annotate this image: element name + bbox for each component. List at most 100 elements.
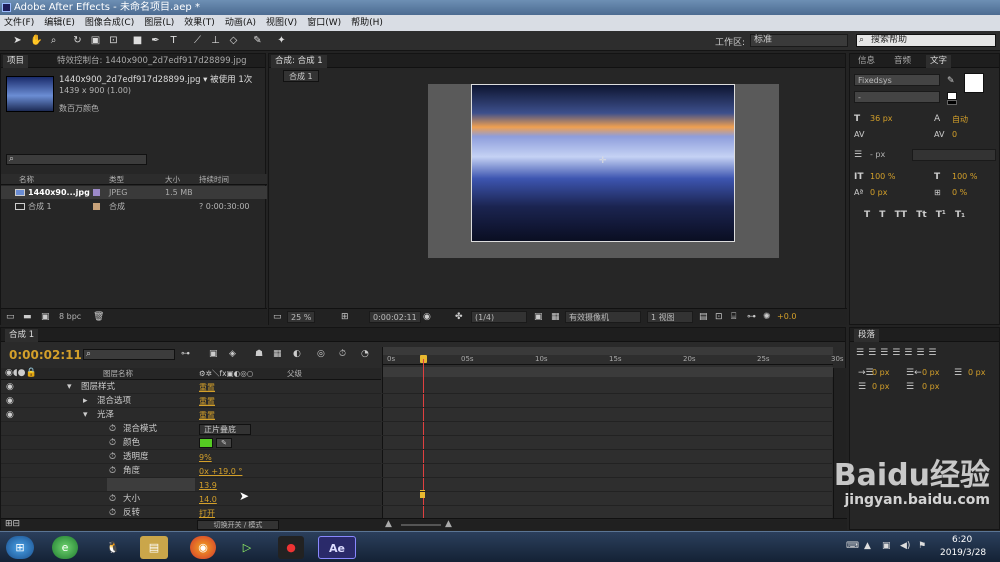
- fill-color-swatch[interactable]: [964, 73, 984, 93]
- property-row[interactable]: ⏱ 透明度 9%: [1, 451, 381, 464]
- clock-time[interactable]: 6:20: [952, 535, 972, 545]
- pan-behind-tool-icon[interactable]: ⊡: [108, 35, 119, 46]
- puppet-tool-icon[interactable]: ✦: [276, 35, 287, 46]
- color-swatch[interactable]: [199, 438, 213, 448]
- trash-icon[interactable]: 🗑: [93, 312, 104, 322]
- eyedropper-icon[interactable]: ✎: [947, 76, 955, 86]
- stopwatch-icon[interactable]: ⏱: [109, 493, 116, 506]
- layer-duration-bar[interactable]: [383, 367, 833, 377]
- all-caps-button[interactable]: TT: [895, 210, 908, 220]
- views-select[interactable]: 1 视图: [647, 311, 693, 323]
- menu-file[interactable]: 文件(F): [4, 18, 34, 28]
- exposure-icon[interactable]: ✺: [763, 312, 771, 322]
- camera-select[interactable]: 有效摄像机: [565, 311, 641, 323]
- zoom-slider[interactable]: [401, 524, 441, 526]
- help-search-input[interactable]: 搜索帮助: [856, 34, 996, 47]
- time-ruler[interactable]: 0s 05s 10s 15s 20s 25s 30s: [383, 355, 844, 365]
- bit-depth[interactable]: 8 bpc: [59, 312, 81, 321]
- file-explorer-icon[interactable]: ▤: [140, 536, 168, 559]
- region-interest-icon[interactable]: ▣: [534, 312, 543, 322]
- firefox-icon[interactable]: ◉: [190, 536, 216, 559]
- property-value[interactable]: 重置: [199, 409, 215, 422]
- always-preview-icon[interactable]: ▭: [273, 312, 282, 322]
- font-size-value[interactable]: 36 px: [870, 114, 893, 123]
- new-folder-icon[interactable]: ▬: [23, 312, 32, 322]
- property-track[interactable]: [382, 437, 832, 450]
- column-type[interactable]: 类型: [109, 174, 124, 185]
- auto-keyframe-icon[interactable]: ⏱: [339, 349, 346, 359]
- property-row[interactable]: ⏱ 颜色: [1, 437, 381, 450]
- frame-blending-icon[interactable]: ▦: [273, 349, 282, 359]
- toggle-switches-modes-button[interactable]: 切换开关 / 模式: [197, 520, 279, 530]
- space-before-value[interactable]: 0 px: [872, 382, 889, 391]
- anchor-point-icon[interactable]: ✛: [599, 156, 607, 166]
- menu-edit[interactable]: 编辑(E): [44, 18, 75, 28]
- timeline-icon[interactable]: ⌸: [731, 312, 736, 322]
- column-name[interactable]: 名称: [19, 174, 34, 185]
- exposure-value[interactable]: +0.0: [777, 312, 796, 321]
- property-row[interactable]: ◉ ▾ 光泽 重置: [1, 409, 381, 422]
- small-caps-button[interactable]: Tt: [916, 210, 926, 220]
- column-size[interactable]: 大小: [165, 174, 180, 185]
- brainstorm-icon[interactable]: ◎: [317, 349, 325, 359]
- zoom-in-icon[interactable]: ▲: [445, 519, 452, 529]
- space-after-value[interactable]: 0 px: [922, 382, 939, 391]
- flowchart-icon[interactable]: ⊶: [747, 312, 756, 322]
- disclosure-triangle-icon[interactable]: ▾: [83, 409, 88, 422]
- snapshot-icon[interactable]: ◉: [423, 312, 431, 322]
- column-duration[interactable]: 持续时间: [199, 174, 229, 185]
- paragraph-align-buttons[interactable]: ☰☰☰☰☰☰☰: [856, 348, 940, 358]
- tab-timeline-comp[interactable]: 合成 1: [5, 329, 39, 342]
- comp-mini-flowchart-icon[interactable]: ⊶: [181, 349, 190, 359]
- leading-value[interactable]: 自动: [952, 114, 968, 125]
- qq-icon[interactable]: 🐧: [100, 536, 126, 559]
- grid-icon[interactable]: ⊞: [341, 312, 349, 322]
- new-comp-icon[interactable]: ▣: [41, 312, 50, 322]
- property-row[interactable]: ⏱ 大小 14.0: [1, 493, 381, 506]
- subscript-button[interactable]: T₁: [955, 210, 965, 220]
- graph-editor-icon[interactable]: ◔: [361, 349, 369, 359]
- pen-tool-icon[interactable]: ✒: [150, 35, 161, 46]
- faux-italic-button[interactable]: T: [879, 210, 885, 220]
- timeline-timecode[interactable]: 0:00:02:11: [9, 347, 82, 363]
- tab-composition[interactable]: 合成: 合成 1: [271, 55, 327, 68]
- rectangle-tool-icon[interactable]: ■: [132, 35, 143, 46]
- menu-effect[interactable]: 效果(T): [184, 18, 215, 28]
- property-row[interactable]: ◉ ▾ 图层样式 重置: [1, 381, 381, 394]
- indent-right-value[interactable]: 0 px: [922, 368, 939, 377]
- tray-network-icon[interactable]: ▣: [882, 541, 891, 551]
- property-row[interactable]: ⏱ 混合模式 正片叠底: [1, 423, 381, 436]
- clock-date[interactable]: 2019/3/28: [940, 548, 986, 558]
- property-value[interactable]: 9%: [199, 451, 212, 464]
- white-swatch[interactable]: [947, 92, 957, 100]
- expand-switches-icon[interactable]: ⊞⊟: [5, 519, 20, 529]
- disclosure-triangle-icon[interactable]: ▾: [67, 381, 72, 394]
- tab-paragraph[interactable]: 段落: [854, 329, 880, 342]
- work-area-bar[interactable]: [383, 347, 833, 355]
- toggle-pixel-icon[interactable]: ▤: [699, 312, 708, 322]
- menu-composition[interactable]: 图像合成(C): [85, 18, 134, 28]
- camera-tool-icon[interactable]: ▣: [90, 35, 101, 46]
- baseline-value[interactable]: 0 px: [870, 188, 887, 197]
- menu-window[interactable]: 窗口(W): [307, 18, 341, 28]
- hide-shy-icon[interactable]: ☗: [255, 349, 263, 359]
- header-layer-name[interactable]: 图层名称: [103, 368, 133, 379]
- color-channel-icon[interactable]: ✤: [455, 312, 463, 322]
- tray-expand-icon[interactable]: ▲: [864, 541, 871, 551]
- disclosure-triangle-icon[interactable]: ▸: [83, 395, 88, 408]
- color-eyedropper-icon[interactable]: ✎: [216, 438, 232, 448]
- start-button-icon[interactable]: ⊞: [6, 536, 34, 559]
- project-row-image[interactable]: 1440x90...jpg JPEG 1.5 MB: [1, 186, 267, 199]
- faux-bold-button[interactable]: T: [864, 210, 870, 220]
- after-effects-taskbar-icon[interactable]: Ae: [318, 536, 356, 559]
- stopwatch-icon[interactable]: ⏱: [109, 437, 116, 450]
- tab-audio[interactable]: 音频: [890, 55, 915, 68]
- layer-search-input[interactable]: [83, 349, 175, 360]
- property-value[interactable]: 14.0: [199, 493, 217, 506]
- browser-360-icon[interactable]: e: [52, 536, 78, 559]
- stopwatch-icon[interactable]: ⏱: [109, 451, 116, 464]
- tracking-value[interactable]: 0: [952, 130, 957, 139]
- draft-3d-icon[interactable]: ◈: [229, 349, 236, 359]
- tsume-value[interactable]: 0 %: [952, 188, 967, 197]
- font-family-select[interactable]: Fixedsys: [854, 74, 940, 86]
